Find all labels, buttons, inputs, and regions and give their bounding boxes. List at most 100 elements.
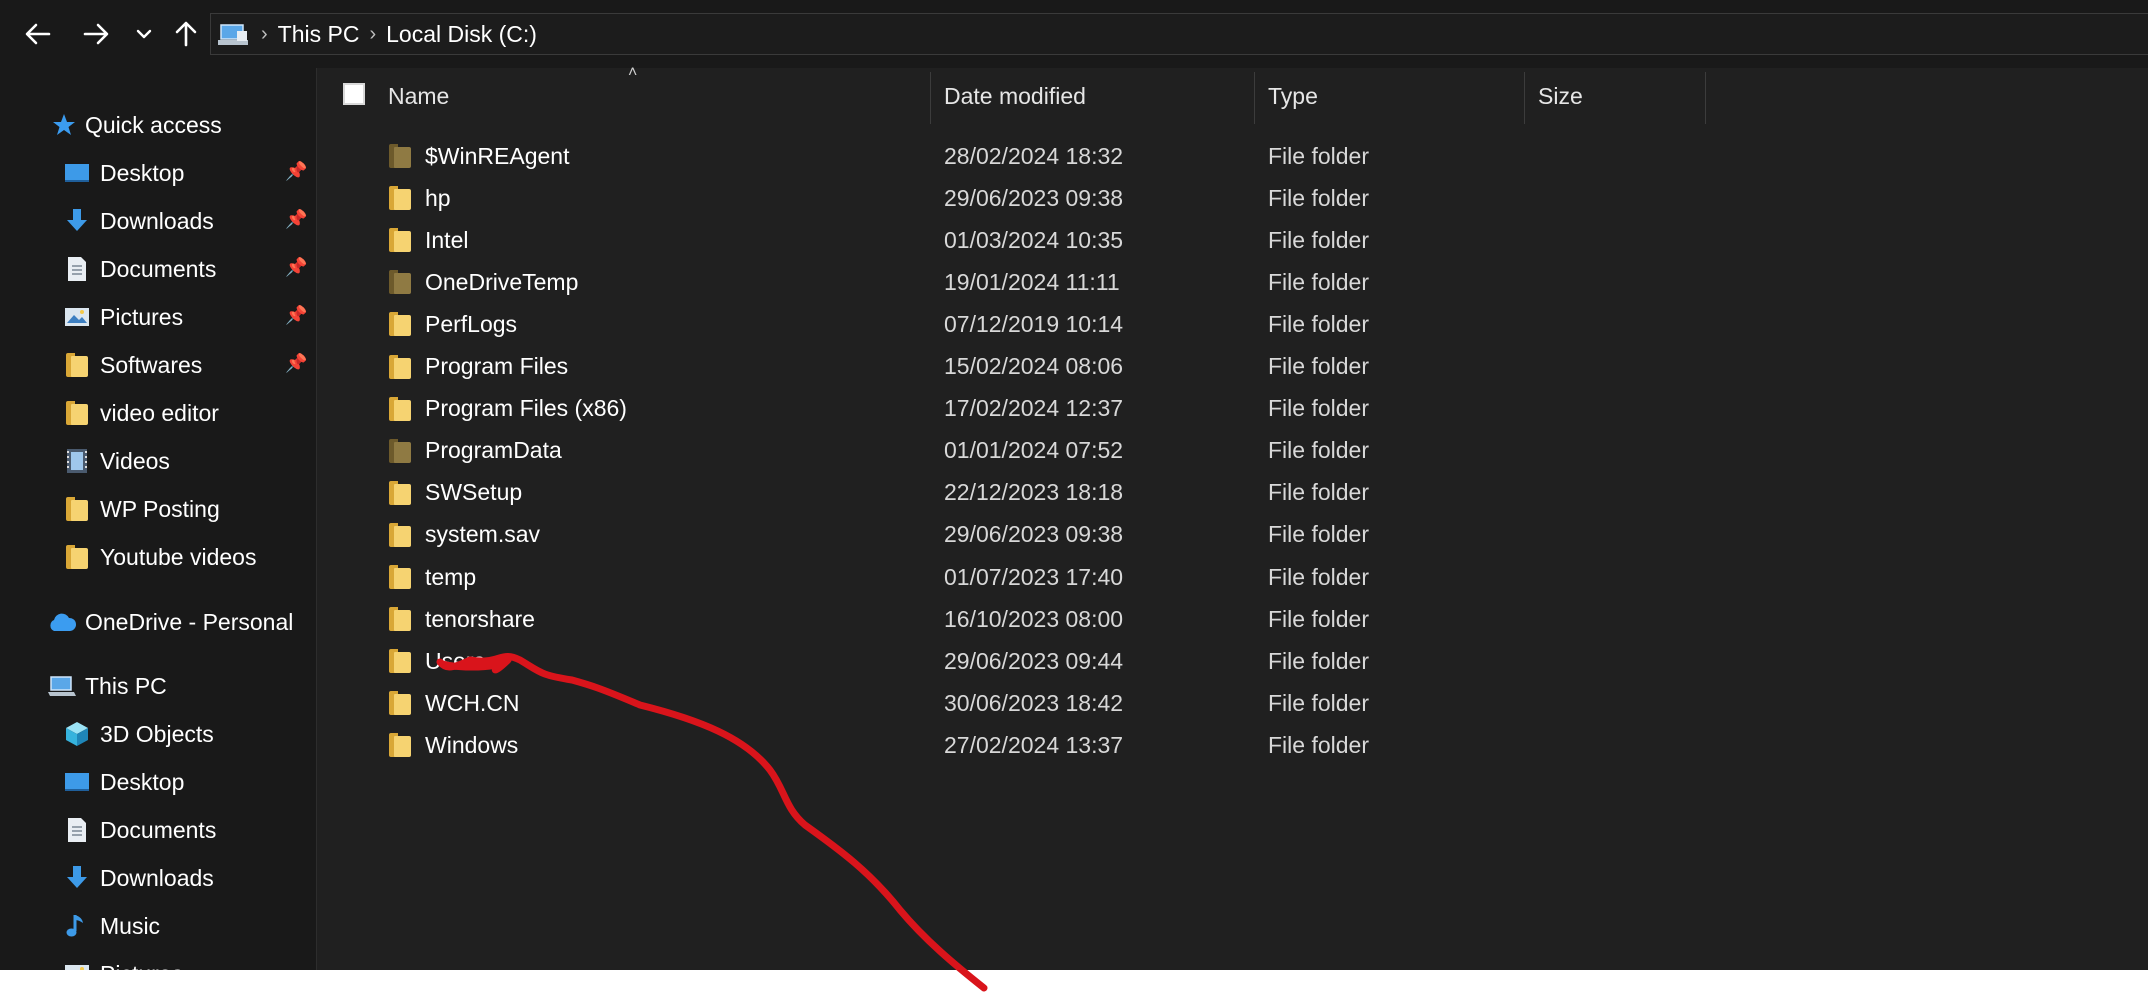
file-name: Program Files — [425, 353, 569, 379]
file-date-modified: 01/07/2023 17:40 — [944, 563, 1124, 590]
sidebar-item-label: Documents — [100, 816, 217, 843]
file-row[interactable]: WCH.CN 30/06/2023 18:42 File folder — [317, 682, 2037, 724]
file-name: hp — [425, 184, 451, 211]
file-row[interactable]: hp 29/06/2023 09:38 File folder — [317, 177, 2037, 219]
folder-icon — [389, 607, 411, 632]
quick-access-item[interactable]: Quick access — [52, 105, 222, 145]
sidebar-item-label: Desktop — [100, 768, 185, 795]
file-row[interactable]: Program Files 15/02/2024 08:06 File folder — [317, 346, 2037, 388]
sidebar-item-onedrive[interactable]: OneDrive - Personal — [47, 602, 293, 642]
cloud-icon — [47, 611, 77, 633]
file-row[interactable]: Windows 27/02/2024 13:37 File folder — [317, 724, 2037, 766]
file-date-modified: 01/03/2024 10:35 — [944, 226, 1124, 253]
file-name: ProgramData — [425, 437, 562, 464]
file-row[interactable]: $WinREAgent 28/02/2024 18:32 File folder — [317, 135, 2037, 177]
column-resizer[interactable] — [1254, 72, 1255, 124]
pin-icon: 📌 — [285, 305, 308, 325]
file-name: Program Files (x86) — [425, 395, 627, 422]
sidebar-item-documents[interactable]: Documents — [64, 249, 216, 289]
file-type: File folder — [1268, 647, 1369, 674]
file-row[interactable]: OneDriveTemp 19/01/2024 11:11 File folder — [317, 261, 2037, 303]
folder-icon — [389, 186, 411, 211]
file-name: temp — [425, 563, 477, 590]
breadcrumb-this-pc[interactable]: This PC — [278, 21, 360, 48]
sidebar-item-wp-posting[interactable]: WP Posting — [64, 489, 220, 529]
file-row[interactable]: Users 29/06/2023 09:44 File folder — [317, 640, 2037, 682]
file-type: File folder — [1268, 437, 1369, 464]
arrow-right-icon — [83, 23, 109, 45]
recent-locations-button[interactable] — [124, 14, 164, 54]
forward-button[interactable] — [76, 14, 116, 54]
file-row[interactable]: Program Files (x86) 17/02/2024 12:37 File … — [317, 388, 2037, 430]
column-header-date-modified[interactable]: Date modified — [944, 68, 1249, 124]
sidebar-item-label: 3D Objects — [100, 720, 214, 747]
desktop-icon — [64, 160, 90, 186]
sidebar-item-downloads[interactable]: Downloads — [64, 201, 214, 241]
breadcrumb-separator-icon: › — [369, 22, 377, 45]
column-resizer[interactable] — [1524, 72, 1525, 124]
back-button[interactable] — [18, 14, 58, 54]
file-row[interactable]: PerfLogs 07/12/2019 10:14 File folder — [317, 303, 2037, 345]
file-date-modified: 28/02/2024 18:32 — [944, 142, 1124, 169]
folder-icon — [389, 691, 411, 716]
folder-icon — [389, 228, 411, 253]
sidebar-item-pictures[interactable]: Pictures — [64, 297, 183, 337]
file-type: File folder — [1268, 479, 1369, 506]
file-name: Windows — [425, 731, 519, 758]
folder-icon — [389, 480, 411, 505]
sidebar-item-label: Downloads — [100, 207, 214, 234]
sidebar-item-softwares[interactable]: Softwares — [64, 345, 202, 385]
file-type: File folder — [1268, 731, 1369, 758]
file-type: File folder — [1268, 310, 1369, 337]
file-date-modified: 07/12/2019 10:14 — [944, 310, 1124, 337]
column-header-name[interactable]: Name — [388, 68, 928, 124]
select-all-checkbox[interactable] — [343, 83, 365, 105]
file-name: Intel — [425, 226, 469, 253]
file-list-view: ˄ Name Date modified Type Size $WinREAge… — [317, 64, 2148, 970]
column-type-label: Type — [1268, 82, 1318, 109]
file-name: tenorshare — [425, 605, 535, 632]
sidebar-item-pictures-pc[interactable]: Pictures — [64, 954, 183, 970]
breadcrumb-local-disk[interactable]: Local Disk (C:) — [386, 21, 537, 48]
sidebar-item-desktop[interactable]: Desktop — [64, 153, 184, 193]
folder-icon — [389, 733, 411, 758]
quick-access-label: Quick access — [85, 111, 222, 138]
sidebar-item-videos[interactable]: Videos — [64, 441, 170, 481]
column-header-size[interactable]: Size — [1538, 68, 1708, 124]
sidebar-item-downloads-pc[interactable]: Downloads — [64, 858, 214, 898]
file-name: system.sav — [425, 521, 541, 548]
column-resizer[interactable] — [930, 72, 931, 124]
sidebar-item-this-pc[interactable]: This PC — [47, 666, 167, 706]
file-type: File folder — [1268, 226, 1369, 253]
sidebar-item-video-editor[interactable]: video editor — [64, 393, 219, 433]
address-bar[interactable]: › This PC › Local Disk (C:) — [210, 13, 2148, 55]
file-date-modified: 16/10/2023 08:00 — [944, 605, 1124, 632]
file-row[interactable]: Intel 01/03/2024 10:35 File folder — [317, 219, 2037, 261]
column-resizer[interactable] — [1705, 72, 1706, 124]
folder-icon — [64, 496, 90, 522]
sidebar-item-label: video editor — [100, 399, 219, 426]
file-row[interactable]: system.sav 29/06/2023 09:38 File folder — [317, 514, 2037, 556]
file-name: Users — [425, 647, 486, 674]
column-header-type[interactable]: Type — [1268, 68, 1518, 124]
file-type: File folder — [1268, 689, 1369, 716]
file-row[interactable]: ProgramData 01/01/2024 07:52 File folder — [317, 430, 2037, 472]
sidebar-item-youtube-videos[interactable]: Youtube videos — [64, 537, 256, 577]
navigation-pane: Quick access Desktop Downloads Documents… — [0, 68, 316, 970]
pin-icon: 📌 — [285, 161, 308, 181]
sidebar-item-3d-objects[interactable]: 3D Objects — [64, 714, 214, 754]
file-row[interactable]: tenorshare 16/10/2023 08:00 File folder — [317, 598, 2037, 640]
up-button[interactable] — [166, 14, 206, 54]
sidebar-item-desktop-pc[interactable]: Desktop — [64, 762, 184, 802]
file-row[interactable]: SWSetup 22/12/2023 18:18 File folder — [317, 472, 2037, 514]
column-size-label: Size — [1538, 82, 1583, 109]
sidebar-item-label: Music — [100, 912, 161, 939]
file-date-modified: 15/02/2024 08:06 — [944, 353, 1124, 379]
pictures-icon — [64, 304, 90, 330]
sidebar-item-music[interactable]: Music — [64, 906, 160, 946]
folder-icon — [389, 396, 411, 421]
onedrive-label: OneDrive - Personal — [85, 608, 294, 635]
sidebar-item-documents-pc[interactable]: Documents — [64, 810, 216, 850]
file-row[interactable]: temp 01/07/2023 17:40 File folder — [317, 556, 2037, 598]
file-name: WCH.CN — [425, 689, 520, 716]
